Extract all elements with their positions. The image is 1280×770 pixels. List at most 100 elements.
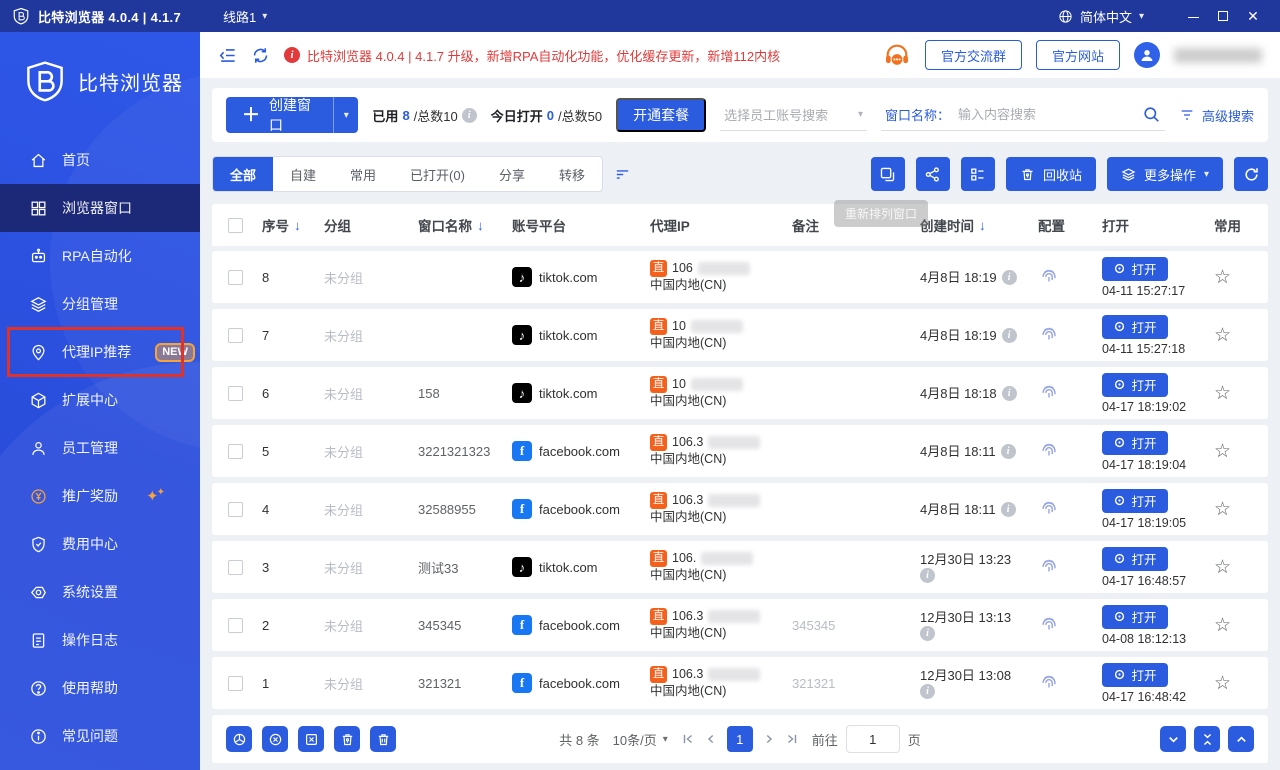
goto-page-input[interactable] — [845, 725, 900, 753]
last-page-icon[interactable] — [785, 732, 799, 746]
fingerprint-icon[interactable] — [1038, 439, 1102, 464]
advanced-search[interactable]: 高级搜索 — [1179, 106, 1254, 125]
fingerprint-icon[interactable] — [1038, 497, 1102, 522]
sidebar-item-person[interactable]: 员工管理 — [0, 424, 200, 472]
sidebar-item-windows-grid[interactable]: 浏览器窗口 — [0, 184, 200, 232]
official-site-button[interactable]: 官方网站 — [1035, 40, 1120, 70]
sidebar-item-gear[interactable]: 系统设置 — [0, 568, 200, 616]
sidebar-item-extension-box[interactable]: 扩展中心 — [0, 376, 200, 424]
fingerprint-icon[interactable] — [1038, 265, 1102, 290]
fingerprint-icon[interactable] — [1038, 381, 1102, 406]
open-window-button[interactable]: 打开 — [1102, 488, 1168, 513]
share-button[interactable] — [915, 157, 950, 191]
favorite-star-icon[interactable]: ☆ — [1214, 556, 1268, 579]
favorite-star-icon[interactable]: ☆ — [1214, 440, 1268, 463]
arrange-windows-button[interactable] — [870, 157, 905, 191]
page-size-select[interactable]: 10条/页 ▾ — [613, 730, 668, 749]
tab-自建[interactable]: 自建 — [273, 157, 333, 191]
recycle-bin-button[interactable]: 回收站 — [1005, 157, 1096, 191]
row-checkbox[interactable] — [228, 385, 243, 401]
tab-转移[interactable]: 转移 — [542, 157, 602, 191]
refresh-announcement-icon[interactable] — [251, 46, 270, 65]
sort-desc-icon[interactable]: ↓ — [979, 218, 986, 233]
row-checkbox[interactable] — [228, 443, 243, 459]
sort-desc-icon[interactable]: ↓ — [294, 218, 301, 233]
official-group-button[interactable]: 官方交流群 — [924, 40, 1022, 70]
sidebar-item-coin[interactable]: 推广奖励 ✦✦ — [0, 472, 200, 520]
next-page-icon[interactable] — [762, 732, 776, 746]
created-info-icon[interactable]: i — [920, 568, 935, 583]
sidebar-item-info[interactable]: 常见问题 — [0, 712, 200, 760]
user-avatar[interactable] — [1134, 42, 1160, 68]
open-window-button[interactable]: 打开 — [1102, 256, 1168, 281]
square-close-icon[interactable] — [298, 726, 324, 752]
row-checkbox[interactable] — [228, 269, 243, 285]
collapse-sidebar-icon[interactable] — [218, 46, 237, 65]
trash-lock-icon[interactable] — [334, 726, 360, 752]
tab-分享[interactable]: 分享 — [482, 157, 542, 191]
search-icon[interactable] — [1142, 105, 1161, 124]
row-checkbox[interactable] — [228, 501, 243, 517]
circle-close-icon[interactable] — [262, 726, 288, 752]
sidebar-item-shield[interactable]: 费用中心 — [0, 520, 200, 568]
favorite-star-icon[interactable]: ☆ — [1214, 382, 1268, 405]
created-info-icon[interactable]: i — [1000, 501, 1016, 517]
usage-info-icon[interactable]: i — [461, 107, 477, 123]
refresh-list-button[interactable] — [1234, 157, 1268, 191]
sidebar-item-log[interactable]: 操作日志 — [0, 616, 200, 664]
open-window-button[interactable]: 打开 — [1102, 604, 1168, 629]
open-window-button[interactable]: 打开 — [1102, 430, 1168, 455]
tab-已打开(0)[interactable]: 已打开(0) — [393, 157, 482, 191]
tab-常用[interactable]: 常用 — [333, 157, 393, 191]
first-page-icon[interactable] — [681, 732, 695, 746]
open-window-button[interactable]: 打开 — [1102, 546, 1168, 571]
close-button[interactable]: ✕ — [1238, 8, 1268, 25]
fingerprint-icon[interactable] — [1038, 613, 1102, 638]
created-info-icon[interactable]: i — [1001, 327, 1017, 343]
chevron-down-button[interactable] — [1160, 726, 1187, 752]
more-actions-button[interactable]: 更多操作 ▾ — [1106, 157, 1223, 191]
open-plan-button[interactable]: 开通套餐 — [616, 98, 707, 132]
created-info-icon[interactable]: i — [1000, 443, 1016, 459]
created-info-icon[interactable]: i — [1001, 269, 1017, 285]
fingerprint-icon[interactable] — [1038, 671, 1102, 696]
trash-icon[interactable] — [370, 726, 396, 752]
employee-search-select[interactable]: 选择员工账号搜索 ▾ — [720, 99, 867, 131]
favorite-star-icon[interactable]: ☆ — [1214, 614, 1268, 637]
sort-desc-icon[interactable]: ↓ — [477, 218, 484, 233]
collapse-vertical-button[interactable] — [1194, 726, 1221, 752]
aperture-icon[interactable] — [226, 726, 252, 752]
create-window-dropdown[interactable]: ▾ — [333, 97, 358, 133]
sidebar-item-question[interactable]: 使用帮助 — [0, 664, 200, 712]
maximize-button[interactable] — [1208, 8, 1238, 24]
row-checkbox[interactable] — [228, 559, 243, 575]
row-checkbox[interactable] — [228, 617, 243, 633]
favorite-star-icon[interactable]: ☆ — [1214, 266, 1268, 289]
sidebar-item-robot[interactable]: RPA自动化 — [0, 232, 200, 280]
create-window-button[interactable]: ＋创建窗口 ▾ — [226, 97, 359, 133]
fingerprint-icon[interactable] — [1038, 555, 1102, 580]
open-window-button[interactable]: 打开 — [1102, 314, 1168, 339]
created-info-icon[interactable]: i — [920, 684, 935, 699]
fingerprint-icon[interactable] — [1038, 323, 1102, 348]
open-window-button[interactable]: 打开 — [1102, 662, 1168, 687]
select-all-checkbox[interactable] — [228, 217, 243, 233]
favorite-star-icon[interactable]: ☆ — [1214, 672, 1268, 695]
favorite-star-icon[interactable]: ☆ — [1214, 324, 1268, 347]
sidebar-item-layers[interactable]: 分组管理 — [0, 280, 200, 328]
sidebar-item-home[interactable]: 首页 — [0, 136, 200, 184]
support-headset-icon[interactable] — [883, 41, 911, 69]
tab-全部[interactable]: 全部 — [213, 157, 274, 191]
language-selector[interactable]: 简体中文 ▾ — [1058, 7, 1144, 26]
created-info-icon[interactable]: i — [1001, 385, 1017, 401]
open-window-button[interactable]: 打开 — [1102, 372, 1168, 397]
row-checkbox[interactable] — [228, 675, 243, 691]
sort-icon[interactable] — [601, 166, 644, 183]
line-selector[interactable]: 线路1 ▾ — [223, 7, 267, 26]
search-input[interactable] — [957, 107, 1134, 122]
created-info-icon[interactable]: i — [920, 626, 935, 641]
current-page[interactable]: 1 — [726, 726, 753, 752]
list-view-button[interactable] — [960, 157, 995, 191]
row-checkbox[interactable] — [228, 327, 243, 343]
chevron-up-button[interactable] — [1228, 726, 1255, 752]
